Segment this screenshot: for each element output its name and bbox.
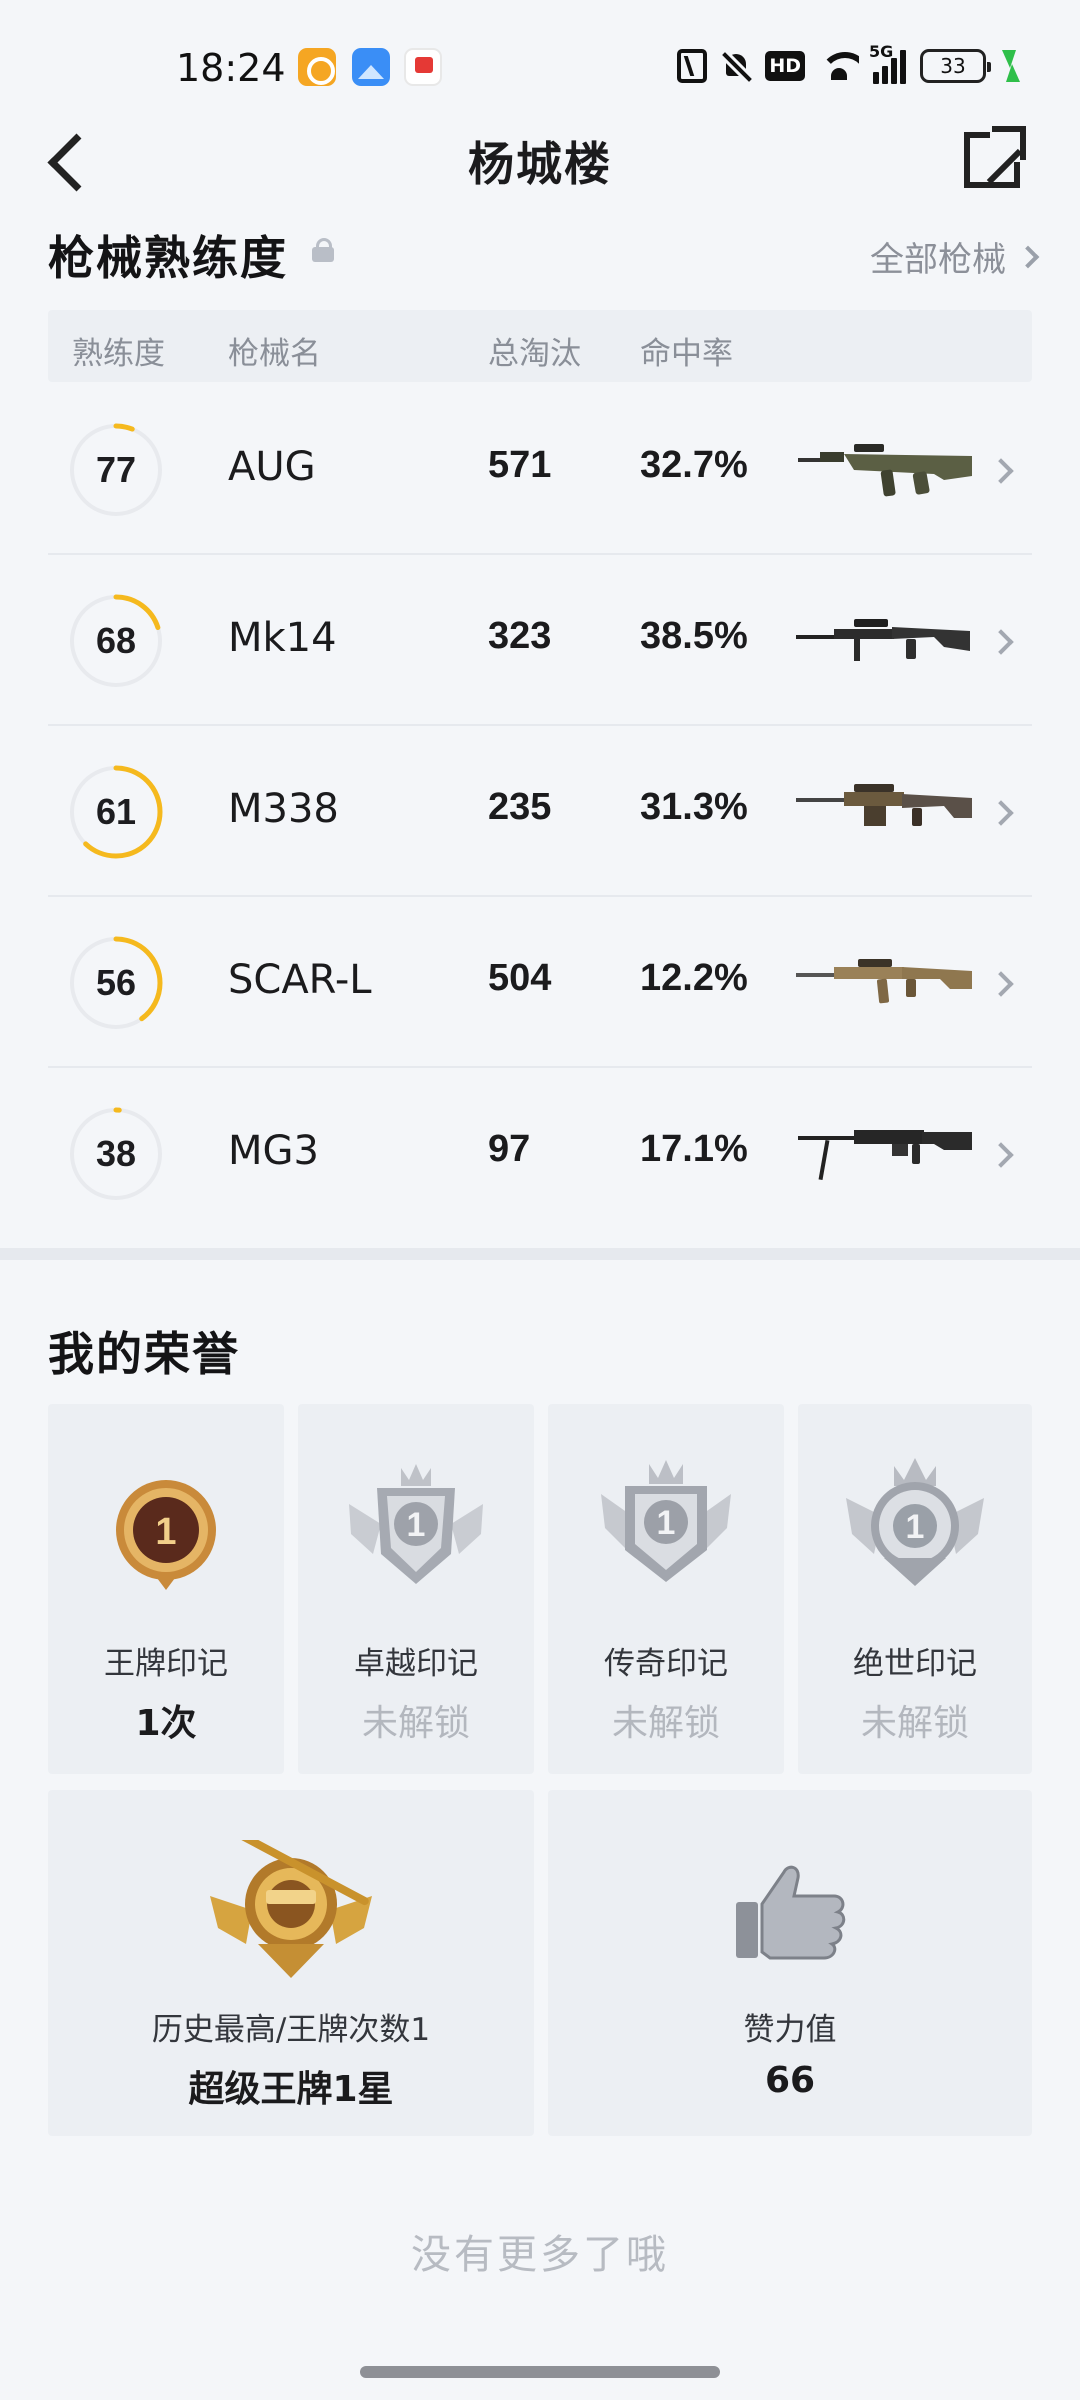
nav-bar: 杨城楼 [0, 110, 1080, 210]
weapon-name: Mk14 [228, 615, 337, 661]
honor-card-peerless[interactable]: 1 绝世印记 未解锁 [798, 1404, 1032, 1774]
chevron-right-icon [988, 629, 1014, 655]
home-indicator[interactable] [360, 2366, 720, 2378]
m338-rifle-image [796, 784, 972, 826]
signal-icon: 5G [869, 42, 906, 84]
svg-text:1: 1 [407, 1506, 426, 1544]
weapon-eliminations: 571 [488, 444, 552, 486]
honor-label: 王牌印记 [104, 1646, 228, 1682]
weapon-row[interactable]: 61 M338 235 31.3% [48, 726, 1032, 897]
mastery-table-header: 熟练度 枪械名 总淘汰 命中率 [48, 310, 1032, 382]
chevron-right-icon [988, 971, 1014, 997]
column-header-hit-rate: 命中率 [640, 336, 733, 372]
honor-value: 未解锁 [361, 1703, 470, 1744]
excellence-mark-badge-icon: 1 [349, 1464, 483, 1584]
wifi-icon [819, 50, 859, 82]
aug-rifle-image [798, 444, 972, 497]
mastery-ring: 77 [68, 422, 164, 518]
charging-icon [1000, 50, 1020, 82]
weapon-hit-rate: 32.7% [640, 444, 748, 486]
svg-text:1: 1 [155, 1511, 176, 1553]
weapon-name: M338 [228, 786, 339, 832]
game-app-icon [298, 48, 336, 86]
column-header-mastery: 熟练度 [72, 336, 165, 372]
chevron-right-icon [988, 458, 1014, 484]
nfc-icon [677, 49, 708, 83]
likes-label: 赞力值 [743, 2012, 837, 2048]
honor-value: 1次 [135, 1703, 197, 1744]
weapon-eliminations: 323 [488, 615, 552, 657]
weapon-row[interactable]: 38 MG3 97 17.1% [48, 1068, 1032, 1239]
honor-card-highest-tier[interactable]: 历史最高/王牌次数1 超级王牌1星 [48, 1790, 534, 2136]
mastery-ring: 56 [68, 935, 164, 1031]
chevron-right-icon [988, 1142, 1014, 1168]
mastery-ring: 38 [68, 1106, 164, 1202]
honor-label: 传奇印记 [604, 1646, 728, 1682]
scar-l-rifle-image [796, 959, 972, 1004]
legend-mark-badge-icon: 1 [601, 1460, 731, 1582]
honor-label: 绝世印记 [853, 1646, 977, 1682]
weapon-hit-rate: 31.3% [640, 786, 748, 828]
weapon-name: MG3 [228, 1128, 319, 1174]
mute-icon [721, 50, 751, 82]
mk14-rifle-image [796, 619, 970, 661]
highest-tier-value: 超级王牌1星 [188, 2069, 394, 2110]
weapon-eliminations: 235 [488, 786, 552, 828]
status-time: 18:24 [176, 46, 286, 90]
share-icon[interactable] [964, 124, 1028, 190]
column-header-weapon: 枪械名 [228, 336, 321, 372]
honor-label: 卓越印记 [354, 1646, 478, 1682]
mastery-ring: 68 [68, 593, 164, 689]
weapon-eliminations: 97 [488, 1128, 531, 1170]
weapon-row[interactable]: 56 SCAR-L 504 12.2% [48, 897, 1032, 1068]
honor-value: 未解锁 [611, 1703, 720, 1744]
lock-icon[interactable] [312, 238, 334, 262]
weapon-name: AUG [228, 444, 316, 490]
thumbs-up-icon [736, 1865, 846, 1960]
honor-card-legend[interactable]: 1 传奇印记 未解锁 [548, 1404, 784, 1774]
honor-card-likes[interactable]: 赞力值 66 [548, 1790, 1032, 2136]
battery-icon: 33 [920, 49, 991, 83]
weapon-row[interactable]: 68 Mk14 323 38.5% [48, 555, 1032, 726]
gallery-app-icon [352, 48, 390, 86]
section-divider [0, 1248, 1080, 1260]
honor-value: 未解锁 [860, 1703, 969, 1744]
peerless-mark-badge-icon: 1 [846, 1458, 984, 1586]
honors-title: 我的荣誉 [48, 1327, 240, 1381]
weapon-hit-rate: 38.5% [640, 615, 748, 657]
column-header-eliminations: 总淘汰 [488, 336, 581, 372]
mastery-ring: 61 [68, 764, 164, 860]
chevron-right-icon [1016, 245, 1040, 268]
likes-value: 66 [764, 2060, 816, 2101]
ace-mark-badge-icon: 1 [116, 1480, 216, 1590]
status-bar: 18:24 HD 5G 33 [0, 0, 1080, 120]
news-app-icon [404, 48, 442, 86]
all-weapons-label: 全部枪械 [870, 240, 1006, 280]
weapon-hit-rate: 17.1% [640, 1128, 748, 1170]
highest-tier-label: 历史最高/王牌次数1 [151, 2012, 431, 2048]
mastery-title: 枪械熟练度 [48, 231, 288, 285]
honor-card-ace[interactable]: 1 王牌印记 1次 [48, 1404, 284, 1774]
page-title: 杨城楼 [468, 137, 612, 191]
chevron-right-icon [988, 800, 1014, 826]
end-of-list-text: 没有更多了哦 [411, 2232, 669, 2278]
hd-icon: HD [765, 51, 805, 81]
weapon-hit-rate: 12.2% [640, 957, 748, 999]
super-ace-tier-badge-icon [210, 1840, 372, 1978]
weapon-eliminations: 504 [488, 957, 552, 999]
weapon-row[interactable]: 77 AUG 571 32.7% [48, 384, 1032, 555]
mg3-gun-image [798, 1130, 972, 1181]
weapon-name: SCAR-L [228, 957, 372, 1003]
svg-text:1: 1 [906, 1508, 925, 1546]
honor-card-excellence[interactable]: 1 卓越印记 未解锁 [298, 1404, 534, 1774]
svg-text:1: 1 [657, 1504, 676, 1542]
all-weapons-link[interactable]: 全部枪械 [870, 232, 1040, 281]
